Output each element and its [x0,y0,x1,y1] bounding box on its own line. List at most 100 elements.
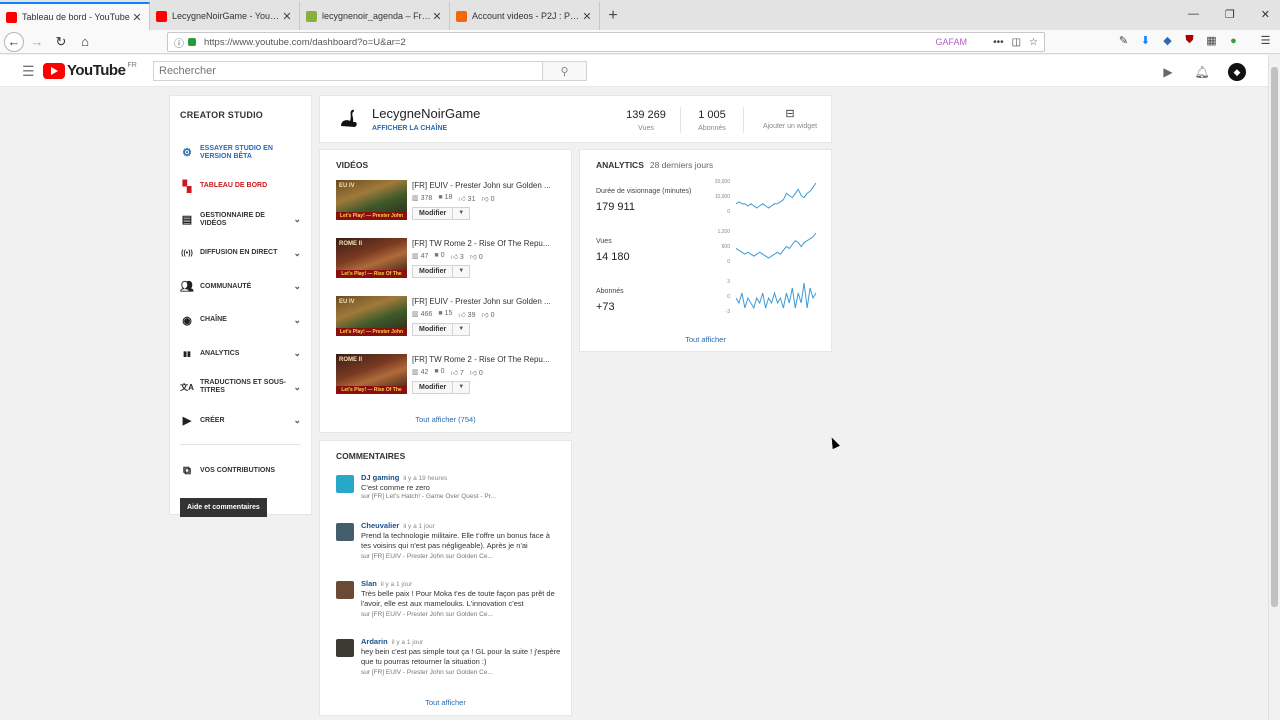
home-icon[interactable]: ⌂ [74,31,96,53]
video-thumbnail[interactable]: ROME II Let's Play! — Rise Of The Republi… [336,354,407,394]
green-extension-icon[interactable]: ● [1227,34,1240,47]
comment-author[interactable]: Slan [361,579,377,588]
bookmark-star-icon[interactable]: ☆ [1029,37,1038,48]
browser-tab[interactable]: LecygneNoirGame - YouTube ✕ [150,2,300,30]
video-stat-value: 378 [420,195,433,202]
tab-close-icon[interactable]: ✕ [581,10,593,23]
comment-author[interactable]: DJ gaming [361,473,399,482]
tab-close-icon[interactable]: ✕ [431,10,443,23]
video-title[interactable]: [FR] TW Rome 2 - Rise Of The Repu... [412,355,562,364]
sparkline-tick-label: 600 [721,244,730,250]
video-title[interactable]: [FR] TW Rome 2 - Rise Of The Repu... [412,239,562,248]
chevron-down-icon[interactable]: ⌄ [293,348,301,359]
extension-diamond-icon[interactable]: ◆ [1161,34,1174,47]
sidebar-item-channel[interactable]: ◉ CHAÎNE ⌄ [180,304,301,338]
tab-close-icon[interactable]: ✕ [281,10,293,23]
sidebar-item-translate[interactable]: 文A TRADUCTIONS ET SOUS-TITRES ⌄ [180,371,301,405]
chevron-down-icon[interactable]: ⌄ [293,315,301,326]
grid-extension-icon[interactable]: ▦ [1205,34,1218,47]
chevron-down-icon[interactable]: ⌄ [293,214,301,225]
sidebar-item-create[interactable]: ▶ CRÉER ⌄ [180,404,301,438]
video-thumbnail[interactable]: ROME II Let's Play! — Rise Of The Republi… [336,238,407,278]
youtube-logo[interactable]: YouTube FR [43,62,137,79]
videos-see-all-link[interactable]: Tout afficher (754) [320,415,571,424]
comment-video-link[interactable]: sur [FR] Let's Hatch! - Game Over Quest … [361,493,496,500]
search-button[interactable]: ⚲ [542,61,587,81]
edit-button[interactable]: Modifier [413,266,454,277]
edit-button-group: Modifier ▼ [412,265,471,278]
sidebar-item-community[interactable]: 👥︎ COMMUNAUTÉ ⌄ [180,270,301,304]
sidebar-item-analytics[interactable]: ▮▮ ANALYTICS ⌄ [180,337,301,371]
scroll-thumb[interactable] [1271,67,1278,607]
edit-dropdown-icon[interactable]: ▼ [453,382,469,393]
channel-avatar[interactable] [334,105,362,133]
forward-arrow-icon[interactable]: → [26,31,48,53]
account-avatar[interactable]: ◆ [1228,63,1246,81]
sidebar-item-dashboard[interactable]: ▚ TABLEAU DE BORD [180,170,301,204]
wrench-icon[interactable]: ✎ [1117,34,1130,47]
commenter-avatar[interactable] [336,523,354,541]
guide-menu-icon[interactable]: ☰ [22,63,35,80]
chevron-down-icon[interactable]: ⌄ [293,248,301,259]
page-actions-icon[interactable]: ••• [993,37,1004,48]
notifications-bell-icon[interactable]: 🔔︎ [1194,64,1210,80]
view-channel-link[interactable]: AFFICHER LA CHAÎNE [372,125,447,132]
video-thumbnail[interactable]: EU IV Let's Play! — Prester John [336,180,407,220]
upload-video-icon[interactable]: ▶ [1160,64,1176,80]
minimize-icon[interactable]: — [1188,8,1199,21]
edit-dropdown-icon[interactable]: ▼ [453,208,469,219]
sidebar-item-contributions[interactable]: ⧉ VOS CONTRIBUTIONS [180,455,301,489]
lock-icon[interactable] [188,38,196,46]
url-bar[interactable]: ⓘ https://www.youtube.com/dashboard?o=U&… [167,32,1045,52]
chevron-down-icon[interactable]: ⌄ [293,415,301,426]
ublock-icon[interactable]: ⛊ [1183,34,1196,47]
comment-video-link[interactable]: sur [FR] EUIV - Prester John sur Golden … [361,611,493,618]
comment-video-link[interactable]: sur [FR] EUIV - Prester John sur Golden … [361,669,493,676]
comments-see-all-link[interactable]: Tout afficher [320,698,571,707]
video-stat-likes: 👍︎ 39 [458,310,475,319]
window-close-icon[interactable]: ✕ [1261,8,1270,21]
chevron-down-icon[interactable]: ⌄ [293,382,301,393]
edit-dropdown-icon[interactable]: ▼ [453,324,469,335]
edit-button[interactable]: Modifier [413,324,454,335]
tab-close-icon[interactable]: ✕ [131,11,143,24]
analytics-see-all-link[interactable]: Tout afficher [580,335,831,344]
commenter-avatar[interactable] [336,639,354,657]
reload-icon[interactable]: ↻ [50,31,72,53]
mouse-cursor [828,435,840,450]
gafam-extension-label[interactable]: GAFAM [936,37,968,47]
back-arrow-icon[interactable]: ← [4,31,24,52]
download-icon[interactable]: ⬇ [1139,34,1152,47]
video-title[interactable]: [FR] EUIV - Prester John sur Golden ... [412,297,562,306]
video-thumbnail[interactable]: EU IV Let's Play! — Prester John [336,296,407,336]
edit-button[interactable]: Modifier [413,208,454,219]
menu-icon[interactable]: ☰ [1259,34,1272,47]
analytics-metric[interactable]: Vues 14 180 1,200 600 0 [596,229,826,282]
url-text[interactable]: https://www.youtube.com/dashboard?o=U&ar… [204,37,936,48]
comment-video-link[interactable]: sur [FR] EUIV - Prester John sur Golden … [361,553,493,560]
analytics-metric[interactable]: Abonnés +73 3 0 -3 [596,279,826,332]
comment-author[interactable]: Ardarin [361,637,388,646]
commenter-avatar[interactable] [336,581,354,599]
pocket-icon[interactable]: ◫ [1012,37,1021,48]
page-scrollbar[interactable] [1268,55,1280,720]
comment-author[interactable]: Cheuvalier [361,521,399,530]
video-title[interactable]: [FR] EUIV - Prester John sur Golden ... [412,181,562,190]
commenter-avatar[interactable] [336,475,354,493]
search-input[interactable] [153,61,543,81]
sidebar-item-live[interactable]: ((•)) DIFFUSION EN DIRECT ⌄ [180,237,301,271]
new-tab-icon[interactable]: + [600,2,626,30]
browser-tab[interactable]: Account videos - P2J : Pair 2 Jeux✕ [450,2,600,30]
edit-button[interactable]: Modifier [413,382,454,393]
browser-tab[interactable]: lecygnenoir_agenda – Framacal✕ [300,2,450,30]
analytics-metric[interactable]: Durée de visionnage (minutes) 179 911 20,0… [596,179,826,232]
sidebar-item-video-manager[interactable]: ▤ GESTIONNAIRE DE VIDÉOS ⌄ [180,203,301,237]
help-feedback-button[interactable]: Aide et commentaires [180,498,267,517]
add-widget-button[interactable]: ⊟ Ajouter un widget [754,107,826,130]
browser-tab[interactable]: Tableau de bord - YouTube ✕ [0,2,150,30]
chevron-down-icon[interactable]: ⌄ [293,281,301,292]
edit-dropdown-icon[interactable]: ▼ [453,266,469,277]
info-icon[interactable]: ⓘ [174,35,184,50]
sidebar-item-gear[interactable]: ⚙ ESSAYER STUDIO EN VERSION BÊTA [180,136,301,170]
restore-icon[interactable]: ❐ [1225,8,1235,21]
